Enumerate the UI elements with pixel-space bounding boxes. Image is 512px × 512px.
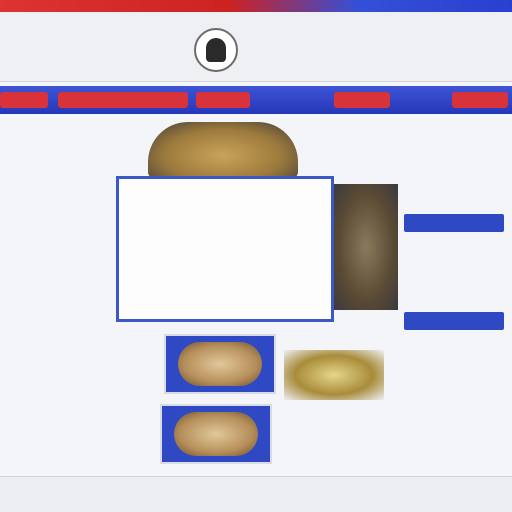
notice-line (123, 229, 313, 239)
left-sidebar (0, 122, 104, 472)
notice-line (123, 293, 283, 303)
thumbnail-photo[interactable] (164, 334, 276, 394)
nav-item-4[interactable] (334, 92, 390, 108)
notice-line (123, 241, 243, 251)
header-photo (148, 122, 298, 178)
notice-line (123, 217, 273, 227)
nav-item-2[interactable] (58, 92, 188, 108)
site-logo-icon[interactable] (194, 28, 238, 72)
nav-item-1[interactable] (0, 92, 48, 108)
notice-line (123, 193, 303, 203)
page-footer (0, 476, 512, 512)
thumbnail-image (174, 412, 258, 456)
notice-box (116, 176, 334, 322)
logo-figure-icon (206, 38, 226, 62)
top-color-strip (0, 0, 512, 12)
right-action-button[interactable] (404, 312, 504, 330)
small-photo (284, 350, 384, 400)
notice-line (123, 281, 309, 291)
nav-item-5[interactable] (452, 92, 508, 108)
right-action-button[interactable] (404, 214, 504, 232)
side-photo (334, 184, 398, 310)
notice-line (123, 305, 313, 315)
site-header (0, 12, 512, 82)
main-navigation-bar (0, 86, 512, 114)
nav-item-3[interactable] (196, 92, 250, 108)
page (0, 0, 512, 512)
right-column (404, 122, 508, 432)
thumbnail-photo[interactable] (160, 404, 272, 464)
main-content (108, 122, 400, 472)
thumbnail-image (178, 342, 262, 386)
notice-line (123, 257, 323, 267)
notice-line (123, 269, 293, 279)
notice-line (123, 205, 319, 215)
